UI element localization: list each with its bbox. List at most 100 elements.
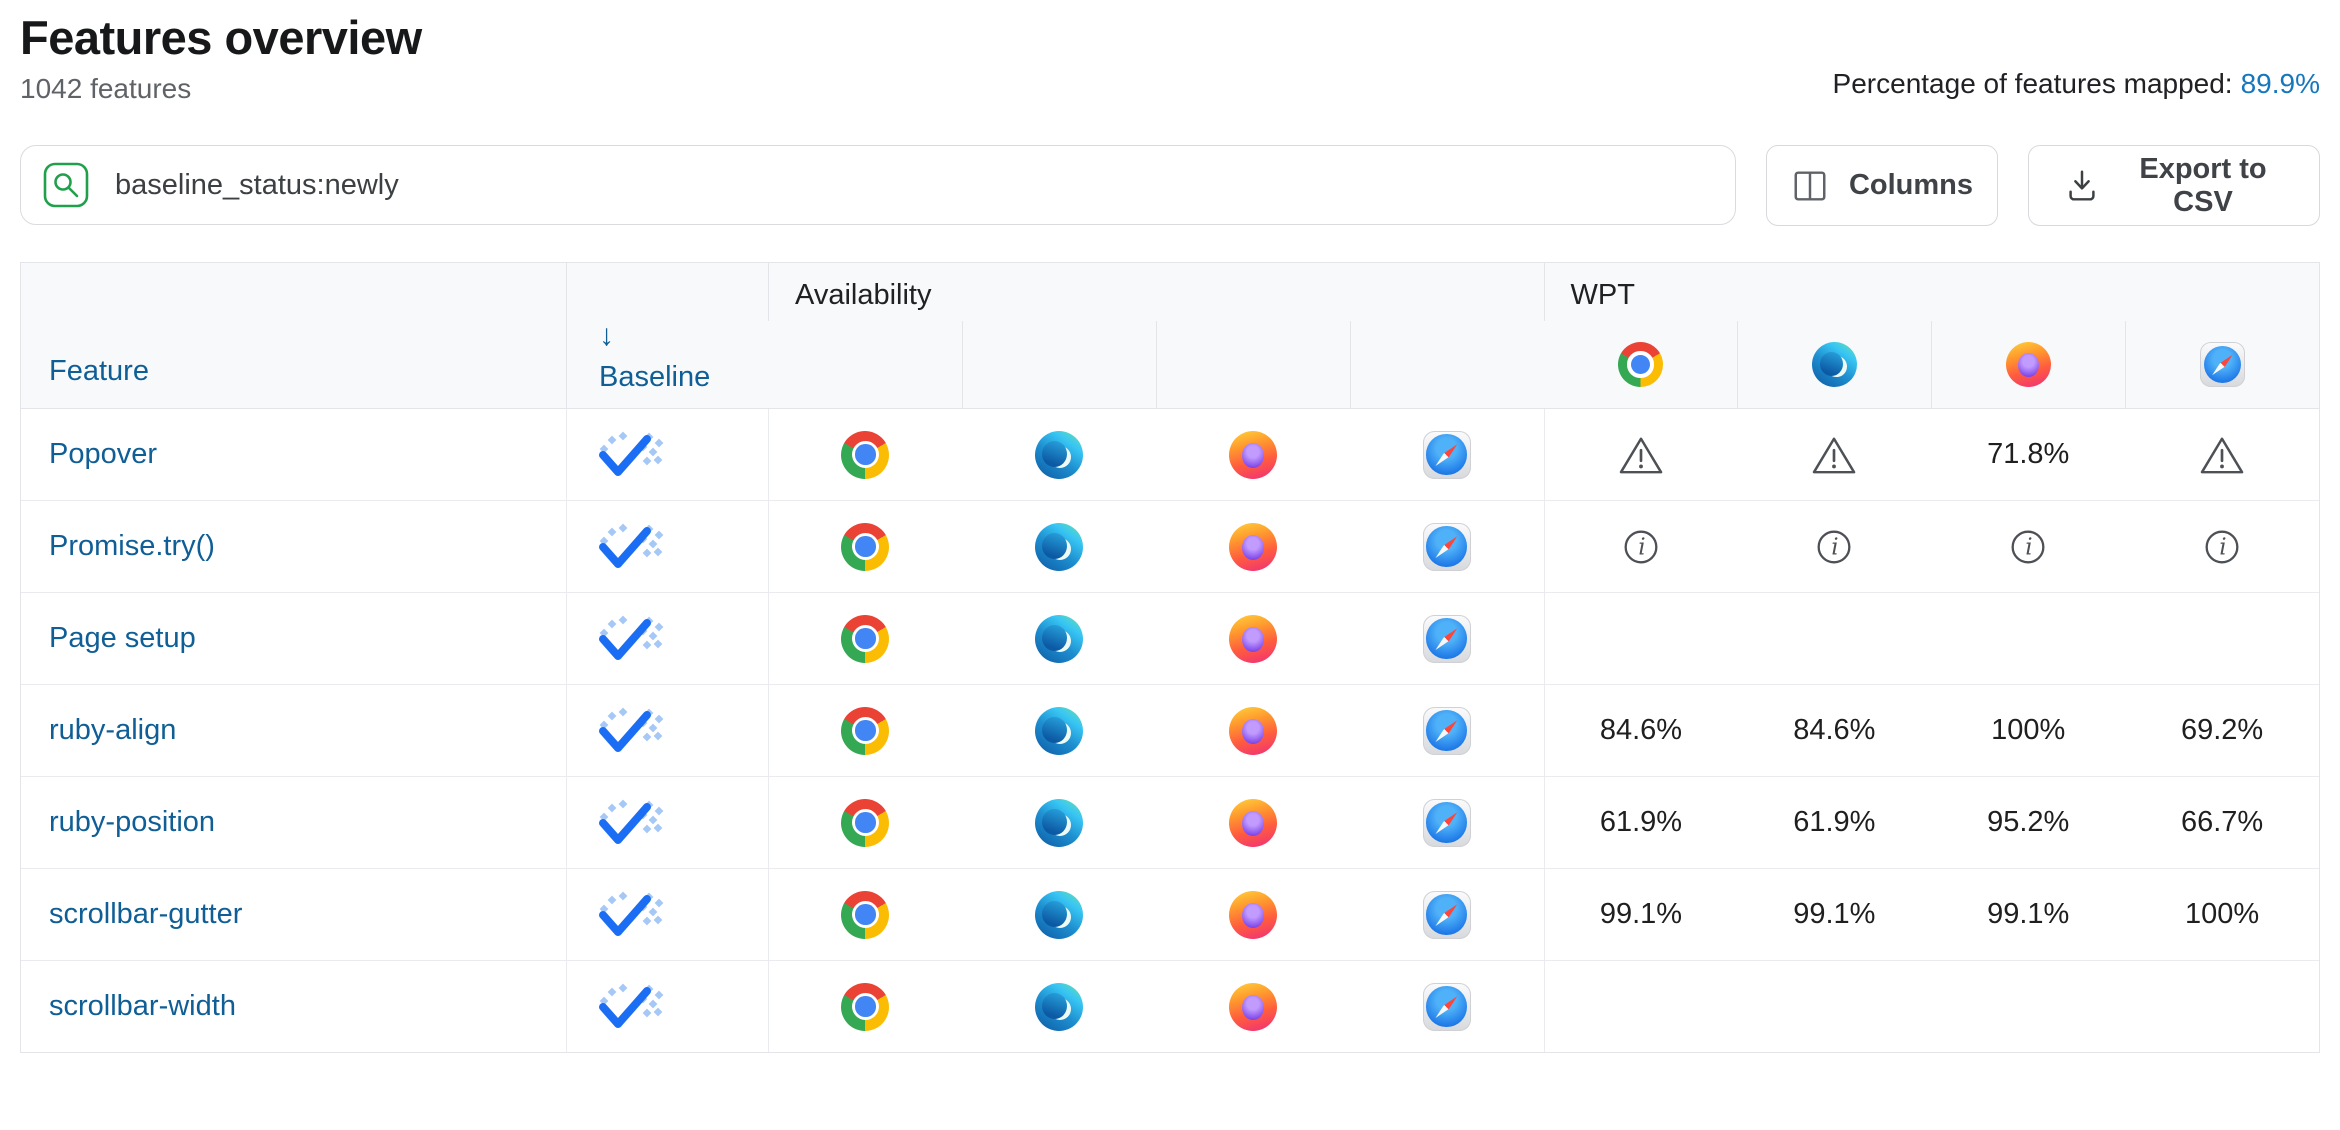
availability-cell-chrome	[768, 961, 962, 1052]
wpt-cell	[1544, 593, 1738, 684]
column-group-wpt: WPT	[1544, 263, 2320, 321]
download-icon	[2063, 167, 2101, 205]
search-input[interactable]	[113, 168, 1713, 203]
edge-icon	[1035, 707, 1083, 755]
info-icon: i	[2199, 524, 2245, 570]
availability-cell-safari	[1350, 777, 1544, 868]
mapped-value-link[interactable]: 89.9%	[2241, 68, 2320, 99]
export-button-label: Export to CSV	[2121, 153, 2285, 219]
availability-cell-safari	[1350, 961, 1544, 1052]
feature-link[interactable]: Popover	[49, 438, 157, 471]
baseline-header-link[interactable]: Baseline	[599, 361, 768, 394]
export-csv-button[interactable]: Export to CSV	[2028, 145, 2320, 226]
table-row: ruby-align 84.6% 84.6% 100% 69.2%	[21, 684, 2319, 776]
wpt-score: 61.9%	[1793, 806, 1875, 839]
availability-cell-chrome	[768, 593, 962, 684]
availability-cell-edge	[962, 961, 1156, 1052]
safari-icon	[1423, 523, 1471, 571]
search-box[interactable]	[20, 145, 1736, 225]
feature-link[interactable]: scrollbar-width	[49, 990, 236, 1023]
table-row: scrollbar-gutter 99.1% 99.1% 99.1% 100%	[21, 868, 2319, 960]
wpt-cell	[1737, 961, 1931, 1052]
feature-cell: ruby-align	[21, 685, 566, 776]
baseline-newly-icon	[597, 983, 667, 1031]
wpt-cell: 61.9%	[1737, 777, 1931, 868]
columns-button-label: Columns	[1849, 169, 1973, 202]
availability-cell-safari	[1350, 593, 1544, 684]
wpt-cell	[1544, 961, 1738, 1052]
baseline-newly-icon	[597, 799, 667, 847]
wpt-score: 99.1%	[1987, 898, 2069, 931]
availability-subheader	[1350, 321, 1544, 408]
wpt-cell: 95.2%	[1931, 777, 2125, 868]
safari-icon	[1423, 615, 1471, 663]
wpt-header-label: WPT	[1571, 279, 1635, 311]
table-header: Feature ↓ Baseline Availability WPT	[21, 263, 2319, 409]
column-header-baseline[interactable]: ↓ Baseline	[566, 263, 768, 408]
edge-icon	[1812, 342, 1857, 387]
warning-icon	[1811, 434, 1857, 476]
availability-cell-firefox	[1156, 777, 1350, 868]
availability-cell-chrome	[768, 409, 962, 500]
wpt-cell: 99.1%	[1931, 869, 2125, 960]
availability-cell-firefox	[1156, 593, 1350, 684]
availability-cell-edge	[962, 777, 1156, 868]
baseline-newly-icon	[597, 431, 667, 479]
wpt-cell: i	[1544, 501, 1738, 592]
baseline-status-cell	[566, 501, 768, 592]
availability-cell-firefox	[1156, 869, 1350, 960]
column-header-feature: Feature	[21, 263, 566, 408]
wpt-score: 84.6%	[1793, 714, 1875, 747]
baseline-status-cell	[566, 685, 768, 776]
wpt-subheader-chrome	[1544, 321, 1738, 408]
columns-icon	[1791, 167, 1829, 205]
search-icon	[43, 162, 89, 208]
availability-cell-chrome	[768, 685, 962, 776]
wpt-score: 99.1%	[1600, 898, 1682, 931]
wpt-cell: 69.2%	[2125, 685, 2319, 776]
feature-cell: scrollbar-width	[21, 961, 566, 1052]
wpt-cell: i	[1737, 501, 1931, 592]
column-group-availability: Availability	[768, 263, 1544, 321]
wpt-cell: 99.1%	[1737, 869, 1931, 960]
firefox-icon	[1229, 431, 1277, 479]
feature-link[interactable]: scrollbar-gutter	[49, 898, 242, 931]
feature-link[interactable]: Promise.try()	[49, 530, 215, 563]
svg-text:i: i	[1638, 534, 1645, 560]
table-row: Page setup	[21, 592, 2319, 684]
firefox-icon	[1229, 523, 1277, 571]
feature-header-link[interactable]: Feature	[49, 355, 149, 388]
edge-icon	[1035, 615, 1083, 663]
availability-subheader	[1156, 321, 1350, 408]
firefox-icon	[1229, 615, 1277, 663]
wpt-cell	[2125, 409, 2319, 500]
wpt-score: 71.8%	[1987, 438, 2069, 471]
svg-text:i: i	[2025, 534, 2032, 560]
safari-icon	[1423, 707, 1471, 755]
feature-link[interactable]: ruby-align	[49, 714, 176, 747]
wpt-cell: 84.6%	[1544, 685, 1738, 776]
warning-icon	[1618, 434, 1664, 476]
page-title: Features overview	[20, 10, 2320, 65]
chrome-icon	[841, 983, 889, 1031]
availability-cell-edge	[962, 409, 1156, 500]
availability-cell-chrome	[768, 869, 962, 960]
wpt-cell: i	[2125, 501, 2319, 592]
availability-cell-safari	[1350, 685, 1544, 776]
feature-link[interactable]: Page setup	[49, 622, 196, 655]
wpt-score: 100%	[2185, 898, 2259, 931]
wpt-cell: 66.7%	[2125, 777, 2319, 868]
feature-link[interactable]: ruby-position	[49, 806, 215, 839]
availability-cell-edge	[962, 869, 1156, 960]
availability-cell-safari	[1350, 501, 1544, 592]
wpt-subheader-edge	[1737, 321, 1931, 408]
availability-subheader	[768, 321, 962, 408]
wpt-cell: 100%	[1931, 685, 2125, 776]
wpt-cell: 99.1%	[1544, 869, 1738, 960]
availability-cell-firefox	[1156, 409, 1350, 500]
columns-button[interactable]: Columns	[1766, 145, 1998, 226]
availability-cell-edge	[962, 685, 1156, 776]
wpt-score: 69.2%	[2181, 714, 2263, 747]
table-body: Popover 71.8% Promise.try() i i i i Page…	[21, 409, 2319, 1052]
wpt-cell	[2125, 593, 2319, 684]
